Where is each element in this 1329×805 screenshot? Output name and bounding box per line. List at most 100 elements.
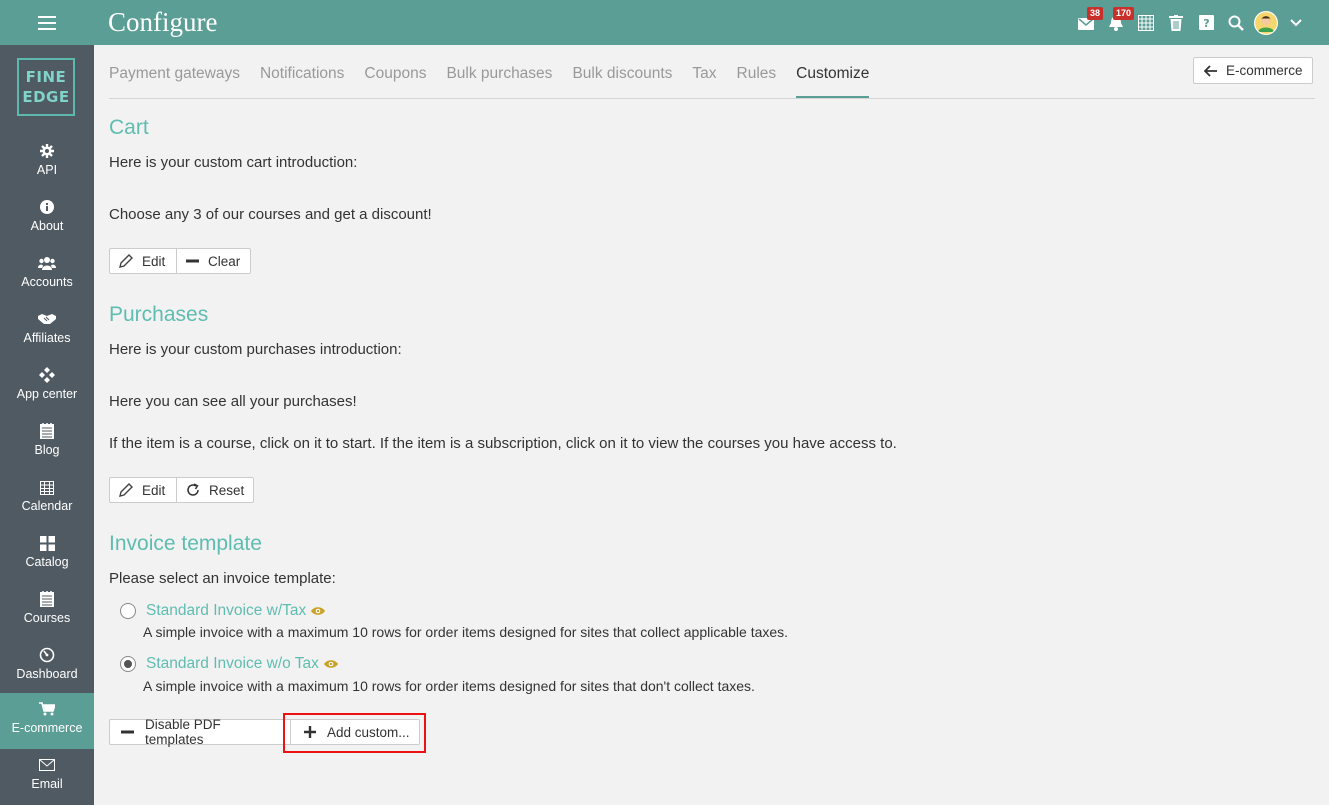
invoice-intro: Please select an invoice template:: [109, 570, 336, 587]
sidebar-item-email[interactable]: Email: [0, 749, 94, 805]
back-to-e-commerce-button[interactable]: E-commerce: [1193, 57, 1313, 84]
purchases-reset-label: Reset: [209, 482, 245, 498]
trash-icon: [1169, 14, 1183, 31]
hamburger-icon: [38, 15, 56, 30]
tab-rules[interactable]: Rules: [737, 63, 777, 98]
sidebar-item-label: App center: [16, 387, 78, 401]
arrow-left-icon: [1204, 64, 1218, 77]
menu-toggle-button[interactable]: [0, 0, 94, 45]
sidebar-item-blog[interactable]: Blog: [0, 415, 94, 471]
sidebar-item-catalog[interactable]: Catalog: [0, 527, 94, 583]
purchases-intro: Here is your custom purchases introducti…: [109, 341, 402, 358]
invoice-option-without-tax-description: A simple invoice with a maximum 10 rows …: [143, 678, 755, 694]
search-button[interactable]: [1221, 0, 1251, 45]
help-button[interactable]: ?: [1191, 0, 1221, 45]
catalog-icon: [39, 535, 55, 551]
tab-bulk-purchases[interactable]: Bulk purchases: [446, 63, 552, 98]
cart-text: Choose any 3 of our courses and get a di…: [109, 206, 432, 223]
pencil-icon: [119, 254, 133, 268]
sidebar-item-e-commerce[interactable]: E-commerce: [0, 693, 94, 749]
cart-clear-button[interactable]: Clear: [176, 249, 250, 273]
sidebar-item-about[interactable]: About: [0, 191, 94, 247]
cart-edit-button[interactable]: Edit: [110, 249, 176, 273]
user-menu-button[interactable]: [1251, 0, 1281, 45]
blog-icon: [40, 423, 54, 439]
sidebar-item-courses[interactable]: Courses: [0, 583, 94, 639]
notifications-button[interactable]: 170: [1101, 0, 1135, 45]
avatar: [1254, 10, 1278, 35]
gear-icon: [40, 144, 54, 158]
eye-icon[interactable]: [323, 659, 338, 669]
sidebar-item-label: Affiliates: [23, 331, 71, 345]
chevron-down-icon: [1290, 18, 1302, 26]
purchases-edit-button[interactable]: Edit: [110, 478, 176, 502]
info-icon: [40, 200, 54, 214]
sidebar: FINE EDGE API About Accounts Affiliates …: [0, 45, 94, 805]
tab-customize[interactable]: Customize: [796, 63, 870, 98]
invoice-option-with-tax-description: A simple invoice with a maximum 10 rows …: [143, 624, 789, 640]
purchases-edit-label: Edit: [142, 482, 166, 498]
tab-notifications[interactable]: Notifications: [260, 63, 344, 98]
tab-tax[interactable]: Tax: [692, 63, 716, 98]
refresh-icon: [186, 483, 200, 497]
invoice-option-without-tax-radio[interactable]: [120, 656, 136, 672]
page-title: Configure: [108, 7, 218, 37]
cart-edit-label: Edit: [142, 253, 166, 269]
invoice-option-with-tax-label: Standard Invoice w/Tax: [146, 602, 307, 619]
minus-icon: [186, 259, 199, 263]
sidebar-item-label: Calendar: [21, 499, 73, 513]
sidebar-item-label: Blog: [34, 443, 60, 457]
user-menu-toggle[interactable]: [1281, 0, 1311, 45]
pencil-icon: [119, 483, 133, 497]
cart-button-group: Edit Clear: [109, 248, 251, 274]
purchases-heading: Purchases: [109, 303, 209, 326]
calendar-button[interactable]: [1131, 0, 1161, 45]
logo-line-2: EDGE: [22, 88, 70, 106]
disable-pdf-templates-button[interactable]: Disable PDF templates: [110, 717, 290, 747]
minus-icon: [121, 730, 134, 734]
tab-payment-gateways[interactable]: Payment gateways: [109, 63, 240, 98]
sidebar-item-dashboard[interactable]: Dashboard: [0, 639, 94, 695]
handshake-icon: [38, 314, 56, 324]
sidebar-item-label: E-commerce: [11, 721, 83, 735]
email-icon: [39, 759, 55, 771]
invoice-option-without-tax-title[interactable]: Standard Invoice w/o Tax: [146, 655, 338, 673]
back-button-label: E-commerce: [1226, 63, 1303, 78]
sidebar-item-label: Courses: [23, 611, 71, 625]
calendar-icon: [40, 480, 54, 495]
cart-icon: [39, 702, 55, 716]
courses-icon: [40, 591, 54, 607]
logo[interactable]: FINE EDGE: [17, 58, 75, 116]
sidebar-item-app-center[interactable]: App center: [0, 359, 94, 415]
tab-coupons[interactable]: Coupons: [364, 63, 426, 98]
tab-bulk-discounts[interactable]: Bulk discounts: [572, 63, 672, 98]
search-icon: [1228, 15, 1244, 31]
apps-icon: [39, 367, 55, 383]
tab-divider: [109, 98, 1315, 99]
invoice-heading: Invoice template: [109, 532, 262, 555]
trash-button[interactable]: [1161, 0, 1191, 45]
dashboard-icon: [39, 647, 55, 663]
svg-text:?: ?: [1203, 17, 1209, 30]
sidebar-item-label: About: [30, 219, 64, 233]
sidebar-item-api[interactable]: API: [0, 135, 94, 191]
eye-icon[interactable]: [311, 606, 326, 616]
highlight-box: [283, 713, 426, 753]
inbox-button[interactable]: 38: [1071, 0, 1104, 45]
sidebar-item-label: Email: [31, 777, 63, 791]
cart-heading: Cart: [109, 116, 149, 139]
sidebar-item-label: Dashboard: [16, 667, 78, 681]
invoice-option-with-tax-title[interactable]: Standard Invoice w/Tax: [146, 602, 326, 620]
purchases-reset-button[interactable]: Reset: [176, 478, 253, 502]
sidebar-item-label: Catalog: [25, 555, 69, 569]
sidebar-item-affiliates[interactable]: Affiliates: [0, 303, 94, 359]
sidebar-item-calendar[interactable]: Calendar: [0, 471, 94, 527]
sidebar-item-accounts[interactable]: Accounts: [0, 247, 94, 303]
purchases-text-2: If the item is a course, click on it to …: [109, 435, 897, 452]
cart-clear-label: Clear: [208, 253, 241, 269]
help-icon: ?: [1198, 15, 1214, 30]
top-bar: Configure 38 170 ?: [0, 0, 1329, 45]
sidebar-item-label: Accounts: [21, 275, 73, 289]
invoice-option-with-tax-radio[interactable]: [120, 603, 136, 619]
cart-intro: Here is your custom cart introduction:: [109, 154, 358, 171]
